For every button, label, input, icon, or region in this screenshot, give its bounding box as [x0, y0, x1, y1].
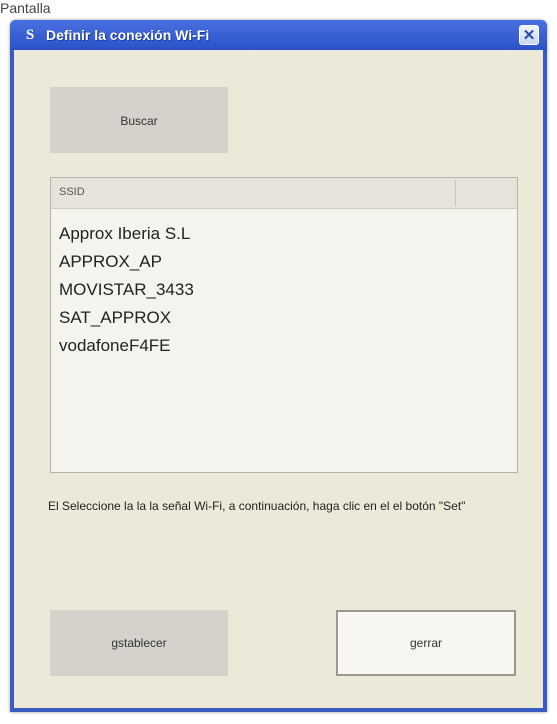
- list-item[interactable]: SAT_APPROX: [59, 304, 194, 332]
- title-bar[interactable]: S Definir la conexión Wi-Fi ✕: [10, 20, 547, 50]
- instruction-text: El Seleccione la la la señal Wi-Fi, a co…: [48, 499, 466, 513]
- list-item[interactable]: vodafoneF4FE: [59, 332, 194, 360]
- search-button[interactable]: Buscar: [50, 87, 228, 153]
- close-button[interactable]: gerrar: [336, 610, 516, 676]
- list-header[interactable]: SSID: [51, 178, 517, 209]
- wifi-dialog: S Definir la conexión Wi-Fi ✕ Buscar SSI…: [10, 20, 547, 712]
- background-window-title: Pantalla: [0, 0, 51, 16]
- list-item[interactable]: MOVISTAR_3433: [59, 276, 194, 304]
- column-separator[interactable]: [455, 180, 456, 206]
- network-list[interactable]: SSID Approx Iberia S.L APPROX_AP MOVISTA…: [50, 177, 518, 473]
- list-item[interactable]: APPROX_AP: [59, 248, 194, 276]
- app-icon: S: [25, 27, 35, 43]
- dialog-body: Buscar SSID Approx Iberia S.L APPROX_AP …: [14, 50, 543, 708]
- column-header-ssid[interactable]: SSID: [59, 186, 85, 198]
- list-item[interactable]: Approx Iberia S.L: [59, 220, 194, 248]
- reset-button[interactable]: gstablecer: [50, 610, 228, 676]
- close-icon[interactable]: ✕: [519, 25, 539, 45]
- network-rows: Approx Iberia S.L APPROX_AP MOVISTAR_343…: [59, 220, 194, 360]
- dialog-title: Definir la conexión Wi-Fi: [46, 27, 210, 43]
